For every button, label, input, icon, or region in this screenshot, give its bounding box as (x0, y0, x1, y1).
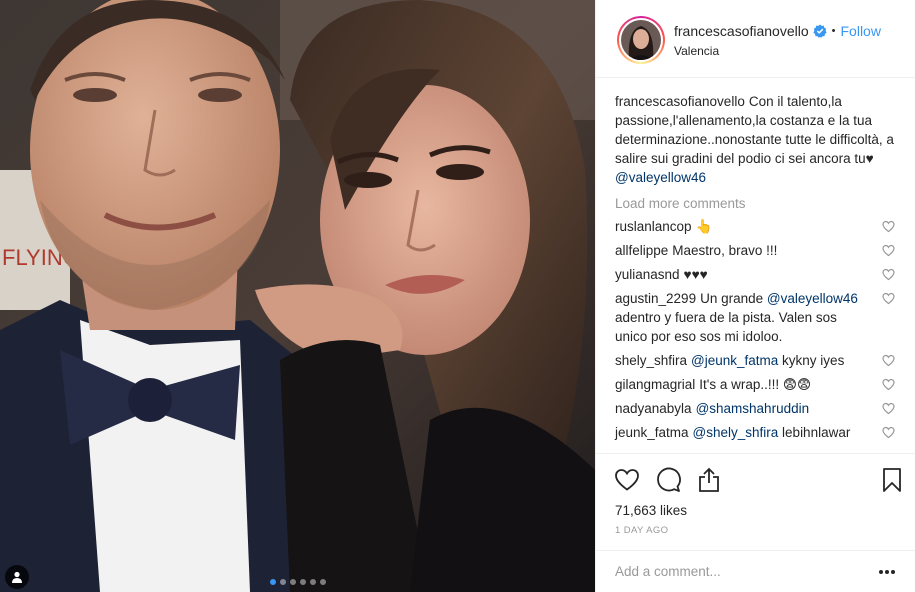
location-link[interactable]: Valencia (674, 44, 881, 58)
carousel-dot[interactable] (299, 579, 306, 585)
separator-dot: • (831, 25, 836, 37)
comment-icon[interactable] (655, 467, 681, 493)
comment-username[interactable]: jeunk_fatma (615, 425, 689, 440)
heart-icon[interactable] (614, 467, 640, 493)
comment-like-heart-icon[interactable] (882, 220, 895, 233)
carousel-dot[interactable] (279, 579, 286, 585)
comment-username[interactable]: gilangmagrial (615, 377, 695, 392)
carousel-dot[interactable] (269, 579, 276, 585)
avatar-image (621, 20, 661, 60)
caption-username[interactable]: francescasofianovello (615, 94, 745, 109)
comment-text: 👆 (695, 219, 713, 234)
comment-item: shely_shfira @jeunk_fatma kykny iyes (615, 351, 895, 370)
more-options-icon[interactable] (879, 569, 897, 574)
comment-text: It's a wrap..!!! 😨😨 (699, 377, 812, 392)
comment-text-after: lebihnlawar (778, 425, 851, 440)
comment-like-heart-icon[interactable] (882, 292, 895, 305)
comment-item: jeunk_fatma @shely_shfira lebihnlawar (615, 423, 895, 442)
comment-item: allfelippe Maestro, bravo !!! (615, 241, 895, 260)
comment-like-heart-icon[interactable] (882, 354, 895, 367)
follow-button[interactable]: Follow (841, 23, 881, 39)
comment-text: ♥♥♥ (683, 267, 708, 282)
comment-like-heart-icon[interactable] (882, 378, 895, 391)
comment-item: agustin_2299 Un grande @valeyellow46 aden… (615, 289, 895, 346)
share-icon[interactable] (696, 467, 722, 493)
comment-text-after: kykny iyes (778, 353, 845, 368)
likes-count[interactable]: 71,663 likes (596, 499, 915, 518)
comment-mention[interactable]: @valeyellow46 (767, 291, 858, 306)
comment-username[interactable]: yulianasnd (615, 267, 680, 282)
carousel-indicator (0, 579, 595, 585)
comment-mention[interactable]: @jeunk_fatma (691, 353, 778, 368)
add-comment-bar (596, 550, 915, 592)
post-caption: francescasofianovello Con il talento,la p… (615, 92, 895, 187)
comment-mention[interactable]: @shely_shfira (693, 425, 779, 440)
comment-username[interactable]: agustin_2299 (615, 291, 696, 306)
carousel-dot[interactable] (319, 579, 326, 585)
comment-like-heart-icon[interactable] (882, 244, 895, 257)
verified-badge-icon (813, 24, 827, 38)
comment-text: Un grande (700, 291, 767, 306)
comment-item: yulianasnd ♥♥♥ (615, 265, 895, 284)
comment-username[interactable]: ruslanlancop (615, 219, 692, 234)
post-photo[interactable]: FLYING (0, 0, 595, 592)
comment-like-heart-icon[interactable] (882, 268, 895, 281)
header-username[interactable]: francescasofianovello (674, 23, 809, 39)
comment-username[interactable]: allfelippe (615, 243, 668, 258)
comment-text: Maestro, bravo !!! (672, 243, 778, 258)
post-modal: FLYING francescasofianovello • Follow Va… (0, 0, 915, 592)
user-tag-button[interactable] (5, 565, 29, 589)
comment-mention[interactable]: @shamshahruddin (696, 401, 810, 416)
comment-item: nadyanabyla @shamshahruddin (615, 399, 895, 418)
carousel-dot[interactable] (309, 579, 316, 585)
comment-item: ruslanlancop 👆 (615, 217, 895, 236)
avatar[interactable] (617, 16, 665, 64)
comment-text-after: adentro y fuera de la pista. Valen sos u… (615, 310, 837, 344)
carousel-dot[interactable] (289, 579, 296, 585)
comments-list[interactable]: francescasofianovello Con il talento,la p… (596, 78, 915, 453)
load-more-comments-button[interactable]: Load more comments (615, 196, 895, 211)
post-header: francescasofianovello • Follow Valencia (596, 0, 915, 78)
comment-item: gilangmagrial It's a wrap..!!! 😨😨 (615, 375, 895, 394)
comment-username[interactable]: shely_shfira (615, 353, 687, 368)
comment-like-heart-icon[interactable] (882, 402, 895, 415)
post-timestamp: 1 DAY AGO (615, 525, 669, 536)
bookmark-icon[interactable] (879, 467, 905, 493)
comment-like-heart-icon[interactable] (882, 426, 895, 439)
comment-username[interactable]: nadyanabyla (615, 401, 692, 416)
caption-mention[interactable]: @valeyellow46 (615, 170, 706, 185)
add-comment-input[interactable] (615, 564, 879, 579)
action-bar (596, 453, 915, 499)
selfie-image: FLYING (0, 0, 595, 592)
post-side-panel: francescasofianovello • Follow Valencia … (595, 0, 915, 592)
